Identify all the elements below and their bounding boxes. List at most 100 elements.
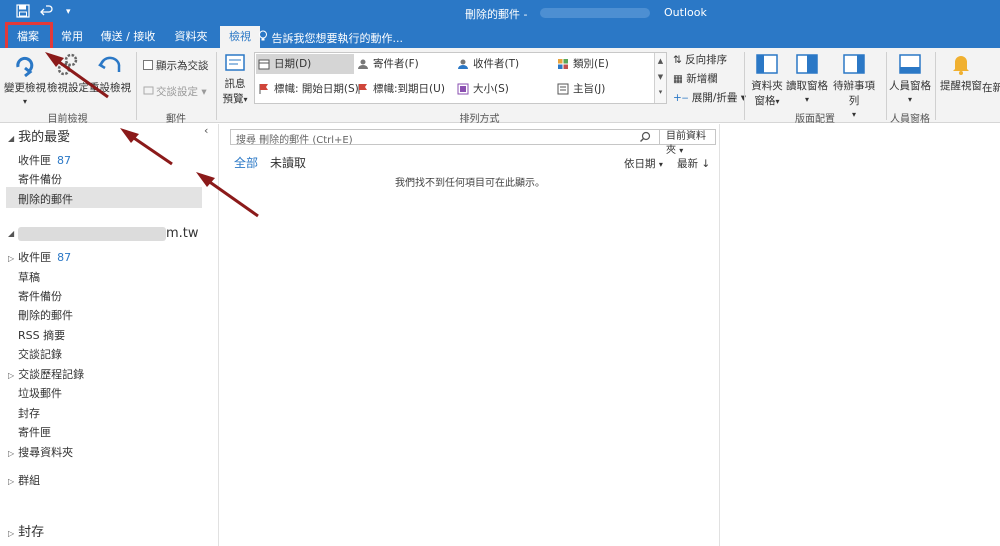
group-label-layout: 版面配置 (795, 114, 835, 125)
add-columns-button[interactable]: ▦ 新增欄 (673, 71, 718, 86)
customize-quick-access-icon[interactable]: ▾ (66, 7, 71, 17)
conversation-settings-button[interactable]: 交談設定 ▾ (143, 84, 207, 99)
arrange-by-flag-due-date[interactable]: 標幟:到期日(U) (355, 79, 455, 99)
tab-home[interactable]: 常用 (52, 26, 92, 48)
search-box[interactable]: 搜尋 刪除的郵件 (Ctrl+E) 目前資料夾 ▾ (230, 129, 716, 156)
arrange-by-to[interactable]: 收件者(T) (455, 54, 555, 74)
todo-bar-icon (843, 54, 865, 74)
expand-triangle-icon[interactable]: ▷ (8, 529, 14, 538)
folder-pane: ‹ ◢ 我的最愛 收件匣 87 寄件備份 刪除的郵件 ◢ m.tw ▷ 收件匣 87 草… (0, 124, 219, 546)
open-in-new-window-button[interactable]: 在新 (982, 80, 1000, 95)
arrangement-gallery: 日期(D) 寄件者(F) 收件者(T) 類別(E) 標幟: 開始日期(S) 標幟… (254, 52, 667, 104)
tab-send-receive[interactable]: 傳送 / 接收 (98, 26, 158, 48)
favorite-sent-items[interactable]: 寄件備份 (18, 171, 62, 187)
folder-sent-items[interactable]: 寄件備份 (18, 288, 62, 304)
sort-order-toggle[interactable]: 最新 ↓ (677, 156, 710, 171)
empty-list-message: 我們找不到任何項目可在此顯示。 (395, 178, 545, 189)
folder-conversation-log[interactable]: 交談記錄 (18, 346, 62, 362)
flag-icon (259, 84, 268, 94)
expand-collapse-icon: +‒ (673, 92, 689, 104)
folder-deleted-items[interactable]: 刪除的郵件 (18, 307, 73, 323)
undo-icon[interactable] (40, 4, 54, 22)
gallery-scrollbar[interactable]: ▲ ▼ ▾ (654, 53, 666, 103)
reading-pane-button[interactable]: 讀取窗格 ▾ (786, 52, 828, 105)
folder-outbox[interactable]: 寄件匣 (18, 424, 51, 440)
folder-pane-button[interactable]: 資料夾 窗格▾ (748, 52, 786, 108)
gallery-down-icon[interactable]: ▼ (655, 69, 666, 85)
collapse-pane-icon[interactable]: ‹ (204, 124, 208, 137)
arrange-by-date[interactable]: 日期(D) (256, 54, 354, 74)
redacted-account-name (18, 227, 166, 241)
folder-rss-feeds[interactable]: RSS 摘要 (18, 327, 65, 343)
sender-icon (358, 59, 368, 69)
folder-junk-email[interactable]: 垃圾郵件 (18, 385, 62, 401)
account-name[interactable]: m.tw (166, 226, 199, 241)
search-input[interactable]: 搜尋 刪除的郵件 (Ctrl+E) (236, 131, 353, 146)
show-as-conversations-checkbox[interactable]: 顯示為交談 (143, 58, 209, 73)
save-icon[interactable] (16, 4, 30, 22)
favorite-deleted-items[interactable]: 刪除的郵件 (18, 191, 73, 207)
reverse-sort-button[interactable]: ⇅ 反向排序 (673, 52, 727, 67)
file-tab-highlight-box (5, 22, 53, 51)
conversation-settings-icon (143, 86, 154, 95)
size-icon (457, 83, 469, 95)
view-settings-button[interactable]: 檢視設定 (47, 52, 89, 95)
reset-icon (98, 56, 121, 72)
message-preview-button[interactable]: 訊息 預覽▾ (219, 52, 251, 106)
expand-triangle-icon[interactable]: ▷ (8, 254, 14, 263)
redacted-account (540, 8, 650, 18)
collapse-triangle-icon: ◢ (8, 134, 15, 143)
favorites-header[interactable]: ◢ 我的最愛 (8, 126, 70, 145)
recipient-icon (458, 59, 468, 69)
gallery-more-icon[interactable]: ▾ (655, 85, 666, 99)
change-view-button[interactable]: 變更檢視 ▾ (3, 52, 47, 107)
ribbon-tabs: 檔案 常用 傳送 / 接收 資料夾 檢視 告訴我您想要執行的動作... (0, 26, 1000, 48)
arrange-by-from[interactable]: 寄件者(F) (355, 54, 455, 74)
tell-me-text: 告訴我您想要執行的動作... (271, 32, 404, 45)
expand-triangle-icon[interactable]: ▷ (8, 371, 14, 380)
arrange-by-subject[interactable]: 主旨(J) (555, 79, 653, 99)
tab-folder[interactable]: 資料夾 (166, 26, 216, 48)
archive-section[interactable]: ▷ 封存 (8, 521, 44, 540)
message-preview-icon (225, 54, 245, 71)
reminders-window-button[interactable]: 提醒視窗 (938, 52, 984, 93)
folder-search-folders[interactable]: ▷ 搜尋資料夾 (8, 444, 73, 460)
expand-triangle-icon[interactable]: ▷ (8, 449, 14, 458)
bell-icon (953, 56, 969, 75)
gear-icon (57, 53, 78, 76)
groups-section[interactable]: ▷ 群組 (8, 472, 40, 488)
categories-icon (558, 59, 568, 69)
ribbon: 變更檢視 ▾ 檢視設定 重設檢視 目前檢視 顯示為交談 交談設定 ▾ 郵件 訊息預… (0, 48, 1000, 125)
account-collapse-icon[interactable]: ◢ (8, 229, 14, 238)
arrange-by-categories[interactable]: 類別(E) (555, 54, 653, 74)
folder-conversation-history[interactable]: ▷ 交談歷程記錄 (8, 366, 84, 382)
lightbulb-icon (259, 30, 267, 41)
expand-collapse-button[interactable]: +‒ 展開/折疊 ▾ (673, 90, 746, 105)
expand-triangle-icon[interactable]: ▷ (8, 477, 14, 486)
checkbox-box (143, 60, 153, 70)
reading-pane-icon (796, 54, 818, 74)
gallery-up-icon[interactable]: ▲ (655, 53, 666, 69)
tab-view[interactable]: 檢視 (220, 26, 260, 48)
folder-archive[interactable]: 封存 (18, 405, 40, 421)
sort-by-dropdown[interactable]: 依日期 ▾ (624, 156, 663, 171)
folder-drafts[interactable]: 草稿 (18, 269, 40, 285)
search-icon[interactable] (639, 131, 651, 143)
arrange-by-flag-start-date[interactable]: 標幟: 開始日期(S) (256, 79, 359, 99)
search-scope-dropdown[interactable]: 目前資料夾 ▾ (659, 130, 715, 156)
calendar-icon (258, 59, 270, 70)
add-columns-icon: ▦ (673, 73, 683, 85)
filter-all[interactable]: 全部 (234, 154, 258, 171)
group-separator (935, 52, 936, 120)
window-title: 刪除的郵件 - (465, 8, 528, 21)
arrange-by-size[interactable]: 大小(S) (455, 79, 555, 99)
tell-me-box[interactable]: 告訴我您想要執行的動作... (258, 30, 403, 46)
folder-inbox[interactable]: ▷ 收件匣 87 (8, 249, 71, 265)
reverse-sort-icon: ⇅ (673, 54, 682, 66)
filter-unread[interactable]: 未讀取 (270, 154, 306, 171)
group-label-arrangement: 排列方式 (459, 114, 500, 125)
favorite-inbox[interactable]: 收件匣 87 (18, 152, 71, 168)
reset-view-button[interactable]: 重設檢視 (89, 52, 131, 95)
group-label-messages: 郵件 (166, 114, 186, 125)
people-pane-button[interactable]: 人員窗格 ▾ (888, 52, 932, 105)
